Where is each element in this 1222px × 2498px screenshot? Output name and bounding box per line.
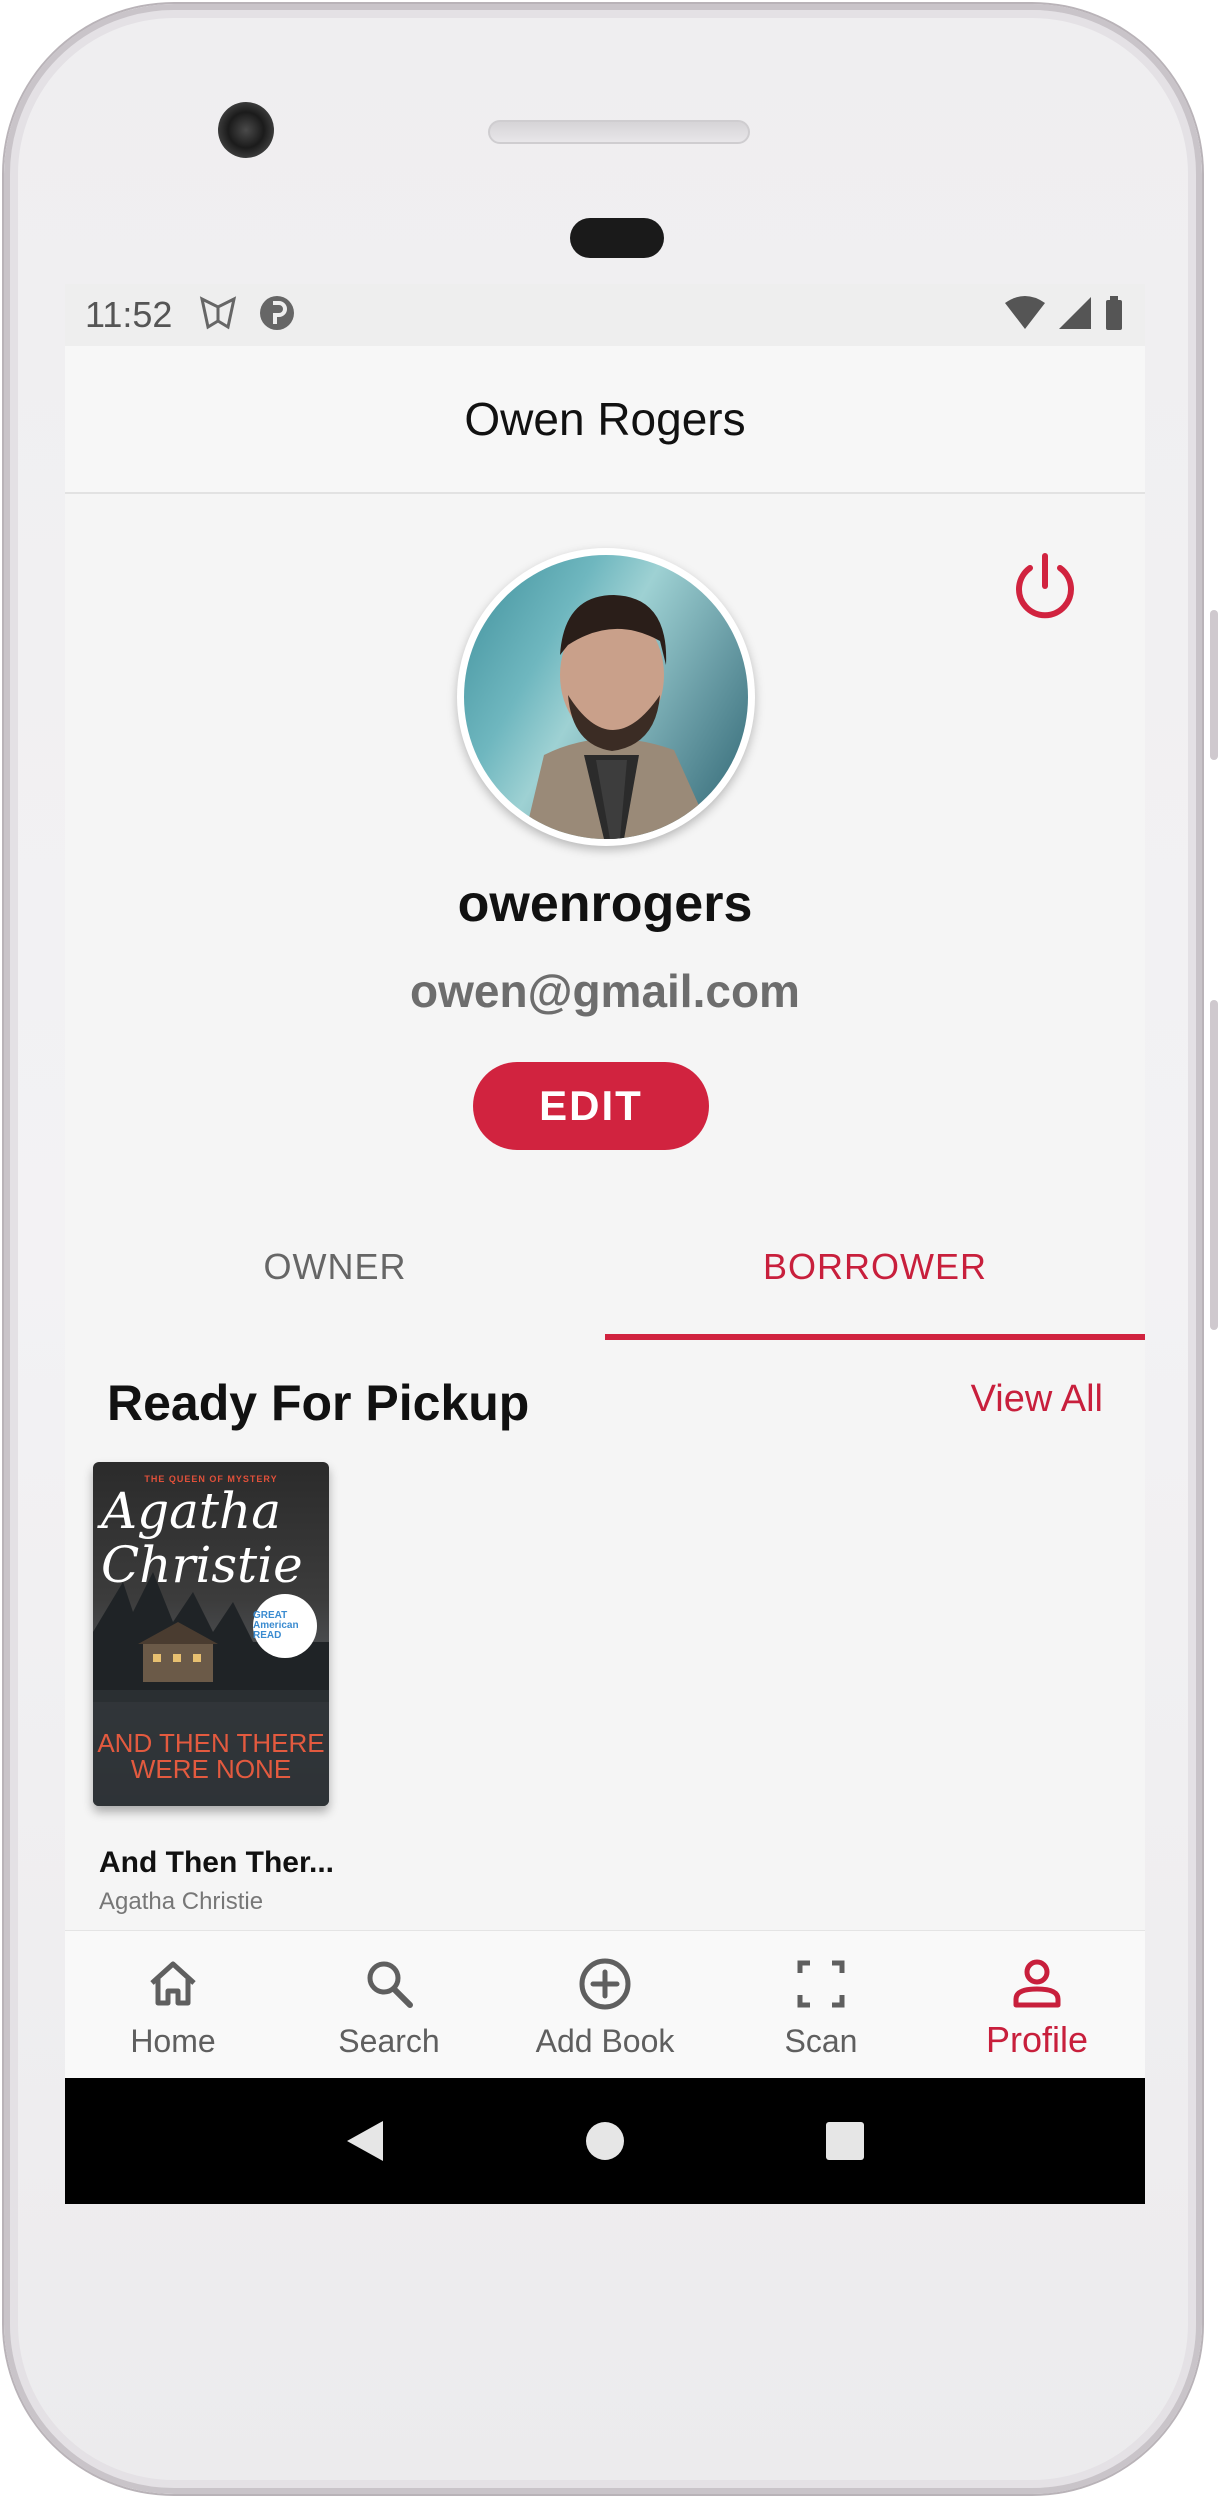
book-cover: THE QUEEN OF MYSTERY Agatha Christie GRE…	[93, 1462, 329, 1806]
back-triangle-icon	[347, 2121, 383, 2161]
status-bar: 11:52	[65, 284, 1145, 346]
shield-notification-icon	[198, 293, 238, 338]
earpiece-speaker	[488, 120, 750, 144]
role-tabs: OWNER BORROWER	[65, 1214, 1145, 1320]
bottom-navigation: Home Search Add Book Scan Profile	[65, 1930, 1145, 2078]
profile-username: owenrogers	[457, 875, 753, 933]
avatar-photo	[464, 555, 748, 839]
battery-icon	[1103, 295, 1125, 336]
status-time: 11:52	[85, 294, 173, 335]
front-camera	[218, 102, 274, 158]
tab-selected-indicator	[605, 1334, 1145, 1340]
home-icon	[150, 1961, 196, 2006]
nav-add-book-label: Add Book	[535, 2023, 675, 2059]
nav-scan-label: Scan	[784, 2023, 858, 2059]
nav-scan[interactable]: Scan	[713, 1931, 929, 2078]
nav-home-label: Home	[130, 2023, 216, 2059]
system-navigation-bar	[65, 2078, 1145, 2204]
cover-title: AND THEN THERE WERE NONE	[97, 1728, 325, 1784]
app-bar: Owen Rogers	[65, 346, 1145, 494]
power-icon	[1016, 553, 1074, 619]
profile-email: owen@gmail.com	[410, 965, 800, 1017]
scan-icon	[797, 1960, 845, 2008]
home-circle-icon	[586, 2122, 624, 2160]
person-icon	[1013, 1959, 1061, 2008]
tab-borrower[interactable]: BORROWER	[605, 1214, 1145, 1320]
book-card[interactable]: THE QUEEN OF MYSTERY Agatha Christie GRE…	[93, 1462, 335, 1916]
system-home-button[interactable]	[575, 2111, 635, 2171]
section-title: Ready For Pickup	[107, 1375, 530, 1431]
view-all-link[interactable]: View All	[971, 1378, 1103, 1421]
recents-square-icon	[826, 2122, 864, 2160]
book-author: Agatha Christie	[99, 1888, 264, 1915]
nav-search-label: Search	[338, 2023, 440, 2059]
nav-profile[interactable]: Profile	[929, 1931, 1145, 2078]
system-back-button[interactable]	[335, 2111, 395, 2171]
cell-signal-icon	[1057, 295, 1093, 336]
add-circle-icon	[579, 1958, 631, 2010]
proximity-sensor	[570, 218, 664, 258]
logout-button[interactable]	[1005, 546, 1085, 626]
status-right-icons	[1003, 295, 1125, 336]
avatar	[457, 548, 755, 846]
book-title: And Then Ther...	[99, 1846, 335, 1879]
volume-side-button	[1210, 1000, 1218, 1330]
nav-search[interactable]: Search	[281, 1931, 497, 2078]
page-title: Owen Rogers	[464, 393, 746, 445]
nav-add-book[interactable]: Add Book	[497, 1931, 713, 2078]
great-american-read-badge: GREAT American READ	[253, 1594, 317, 1658]
power-side-button	[1210, 610, 1218, 760]
wifi-icon	[1003, 295, 1047, 336]
pinterest-notification-icon	[258, 294, 296, 337]
cover-author: Agatha Christie	[101, 1482, 303, 1594]
search-icon	[367, 1961, 413, 2008]
edit-profile-button[interactable]: EDIT	[473, 1062, 709, 1150]
system-recents-button[interactable]	[815, 2111, 875, 2171]
app-screen: 11:52 Owen Rogers owenrogers owen@gmail.…	[65, 284, 1145, 2204]
nav-home[interactable]: Home	[65, 1931, 281, 2078]
tab-owner[interactable]: OWNER	[65, 1214, 605, 1320]
nav-profile-label: Profile	[985, 2019, 1089, 2060]
